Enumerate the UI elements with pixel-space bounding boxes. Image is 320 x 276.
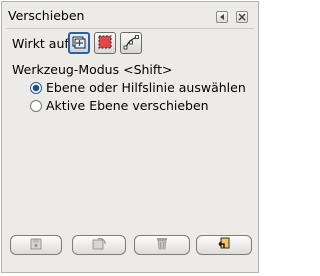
mode-option-pick-layer[interactable]: Ebene oder Hilfslinie auswählen	[30, 80, 246, 95]
tab-menu-icon	[218, 10, 226, 24]
tab-menu-button[interactable]	[216, 11, 228, 23]
restore-options-button[interactable]	[72, 235, 126, 255]
affect-path-button[interactable]	[120, 32, 142, 54]
delete-options-button[interactable]	[134, 235, 190, 255]
affect-selection-button[interactable]	[94, 32, 116, 54]
mode-option-move-active[interactable]: Aktive Ebene verschieben	[30, 98, 209, 113]
title-divider	[6, 28, 254, 29]
dock-title: Verschieben	[8, 8, 85, 23]
reset-icon	[217, 237, 231, 254]
affect-label: Wirkt auf:	[12, 36, 73, 51]
save-icon	[30, 238, 42, 253]
tool-options-dock: Verschieben Wirkt auf: Werkzeug-Modus <S…	[1, 1, 259, 273]
layer-icon	[71, 34, 87, 53]
delete-icon	[156, 237, 168, 253]
radio-unchecked[interactable]	[30, 99, 42, 112]
mode-option-label: Aktive Ebene verschieben	[46, 98, 209, 113]
save-options-button[interactable]	[10, 235, 62, 255]
radio-checked[interactable]	[30, 81, 42, 94]
close-icon	[238, 10, 246, 24]
close-dock-button[interactable]	[236, 11, 248, 23]
tool-mode-label: Werkzeug-Modus <Shift>	[12, 62, 173, 77]
path-icon	[123, 34, 139, 53]
selection-icon	[97, 34, 113, 53]
affect-layer-button[interactable]	[68, 32, 90, 54]
reset-options-button[interactable]	[196, 235, 252, 255]
restore-icon	[92, 237, 106, 253]
mode-option-label: Ebene oder Hilfslinie auswählen	[46, 80, 246, 95]
